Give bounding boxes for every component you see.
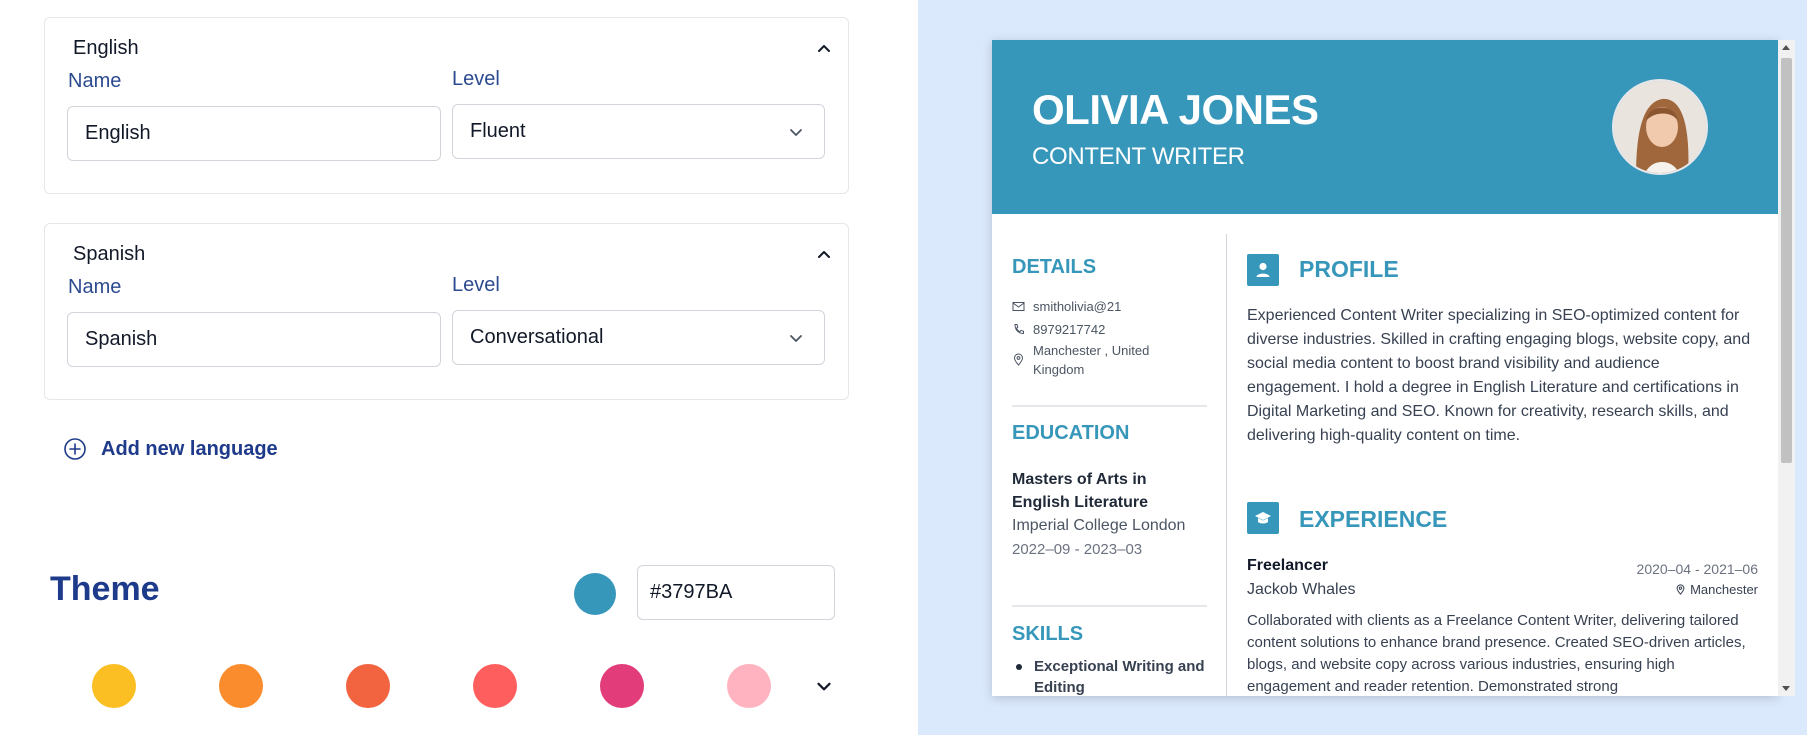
education-degree: Masters of Arts in English Literature (1012, 471, 1149, 511)
skill-text: Exceptional Writing and Editing (1034, 658, 1205, 696)
chevron-up-icon[interactable] (814, 38, 834, 58)
plus-circle-icon (64, 438, 86, 460)
theme-heading: Theme (50, 570, 160, 608)
level-label: Level (452, 274, 500, 296)
language-name-input[interactable]: Spanish (67, 312, 441, 367)
education-heading: EDUCATION (1012, 422, 1130, 444)
column-divider (1226, 234, 1227, 696)
name-label: Name (68, 70, 122, 92)
palette-color-orange[interactable] (219, 664, 263, 708)
resume-name: OLIVIA JONES (1032, 86, 1319, 133)
palette-color-yellow[interactable] (92, 664, 136, 708)
palette-color-light-pink[interactable] (727, 664, 771, 708)
resume-header: OLIVIA JONES CONTENT WRITER (992, 40, 1778, 214)
chevron-down-icon (790, 129, 802, 136)
add-language-button[interactable]: Add new language (63, 437, 278, 461)
section-divider (1012, 605, 1207, 607)
chevron-up-icon[interactable] (814, 244, 834, 264)
map-pin-icon (1676, 584, 1685, 595)
language-card-english: English Name Level English Fluent (44, 17, 849, 194)
chevron-down-icon (790, 335, 802, 342)
job-company: Jackob Whales (1247, 581, 1356, 598)
bullet (1016, 664, 1022, 670)
job-description: Collaborated with clients as a Freelance… (1247, 612, 1746, 695)
theme-hex-input[interactable]: #3797BA (637, 565, 835, 620)
skills-heading: SKILLS (1012, 623, 1084, 645)
palette-color-pink[interactable] (600, 664, 644, 708)
profile-text: Experienced Content Writer specializing … (1247, 307, 1751, 444)
details-location: Manchester , United Kingdom (1012, 341, 1172, 379)
education-school: Imperial College London (1012, 517, 1186, 534)
editor-panel: English Name Level English Fluent Spanis… (0, 0, 918, 735)
job-title: Freelancer (1247, 557, 1328, 574)
details-phone: 8979217742 (1012, 322, 1105, 337)
job-location-text: Manchester (1690, 582, 1758, 597)
resume-preview: OLIVIA JONES CONTENT WRITER DETAILS smit… (992, 40, 1778, 696)
language-card-title: Spanish (73, 243, 146, 265)
details-heading: DETAILS (1012, 256, 1097, 278)
language-name-input[interactable]: English (67, 106, 441, 161)
language-level-value: Fluent (470, 120, 526, 142)
scrollbar-thumb[interactable] (1781, 58, 1792, 463)
add-language-label: Add new language (101, 437, 278, 460)
mail-icon (1012, 302, 1025, 311)
location-text: Manchester , United Kingdom (1033, 343, 1150, 377)
language-level-select[interactable]: Conversational (452, 310, 825, 365)
avatar (1612, 79, 1708, 175)
level-label: Level (452, 68, 500, 90)
chevron-down-icon[interactable] (813, 675, 835, 697)
language-card-spanish: Spanish Name Level Spanish Conversationa… (44, 223, 849, 400)
details-email: smitholivia@21 (1012, 299, 1121, 314)
palette-color-red-orange[interactable] (346, 664, 390, 708)
name-label: Name (68, 276, 122, 298)
language-name-value: English (85, 122, 151, 144)
language-level-select[interactable]: Fluent (452, 104, 825, 159)
job-location: Manchester (1675, 582, 1758, 597)
scroll-up-arrow-icon[interactable] (1782, 45, 1790, 50)
experience-heading: EXPERIENCE (1299, 506, 1448, 532)
theme-color-swatch[interactable] (574, 573, 616, 615)
palette-color-coral[interactable] (473, 664, 517, 708)
preview-scrollbar[interactable] (1778, 40, 1795, 696)
job-dates: 2020–04 - 2021–06 (1636, 561, 1758, 577)
map-pin-icon (1013, 353, 1024, 366)
profile-heading: PROFILE (1299, 256, 1399, 282)
theme-hex-value: #3797BA (650, 581, 733, 603)
language-name-value: Spanish (85, 328, 158, 350)
user-icon (1247, 254, 1279, 286)
skill-item: Exceptional Writing and Editing (1012, 656, 1207, 696)
language-level-value: Conversational (470, 326, 604, 348)
language-card-title: English (73, 37, 139, 59)
email-text: smitholivia@21 (1033, 299, 1122, 314)
section-divider (1012, 405, 1207, 407)
graduation-cap-icon (1247, 502, 1279, 534)
resume-role: CONTENT WRITER (1032, 143, 1245, 170)
phone-icon (1014, 324, 1024, 335)
scroll-down-arrow-icon[interactable] (1782, 686, 1790, 691)
education-dates: 2022–09 - 2023–03 (1012, 541, 1143, 558)
phone-text: 8979217742 (1033, 322, 1106, 337)
